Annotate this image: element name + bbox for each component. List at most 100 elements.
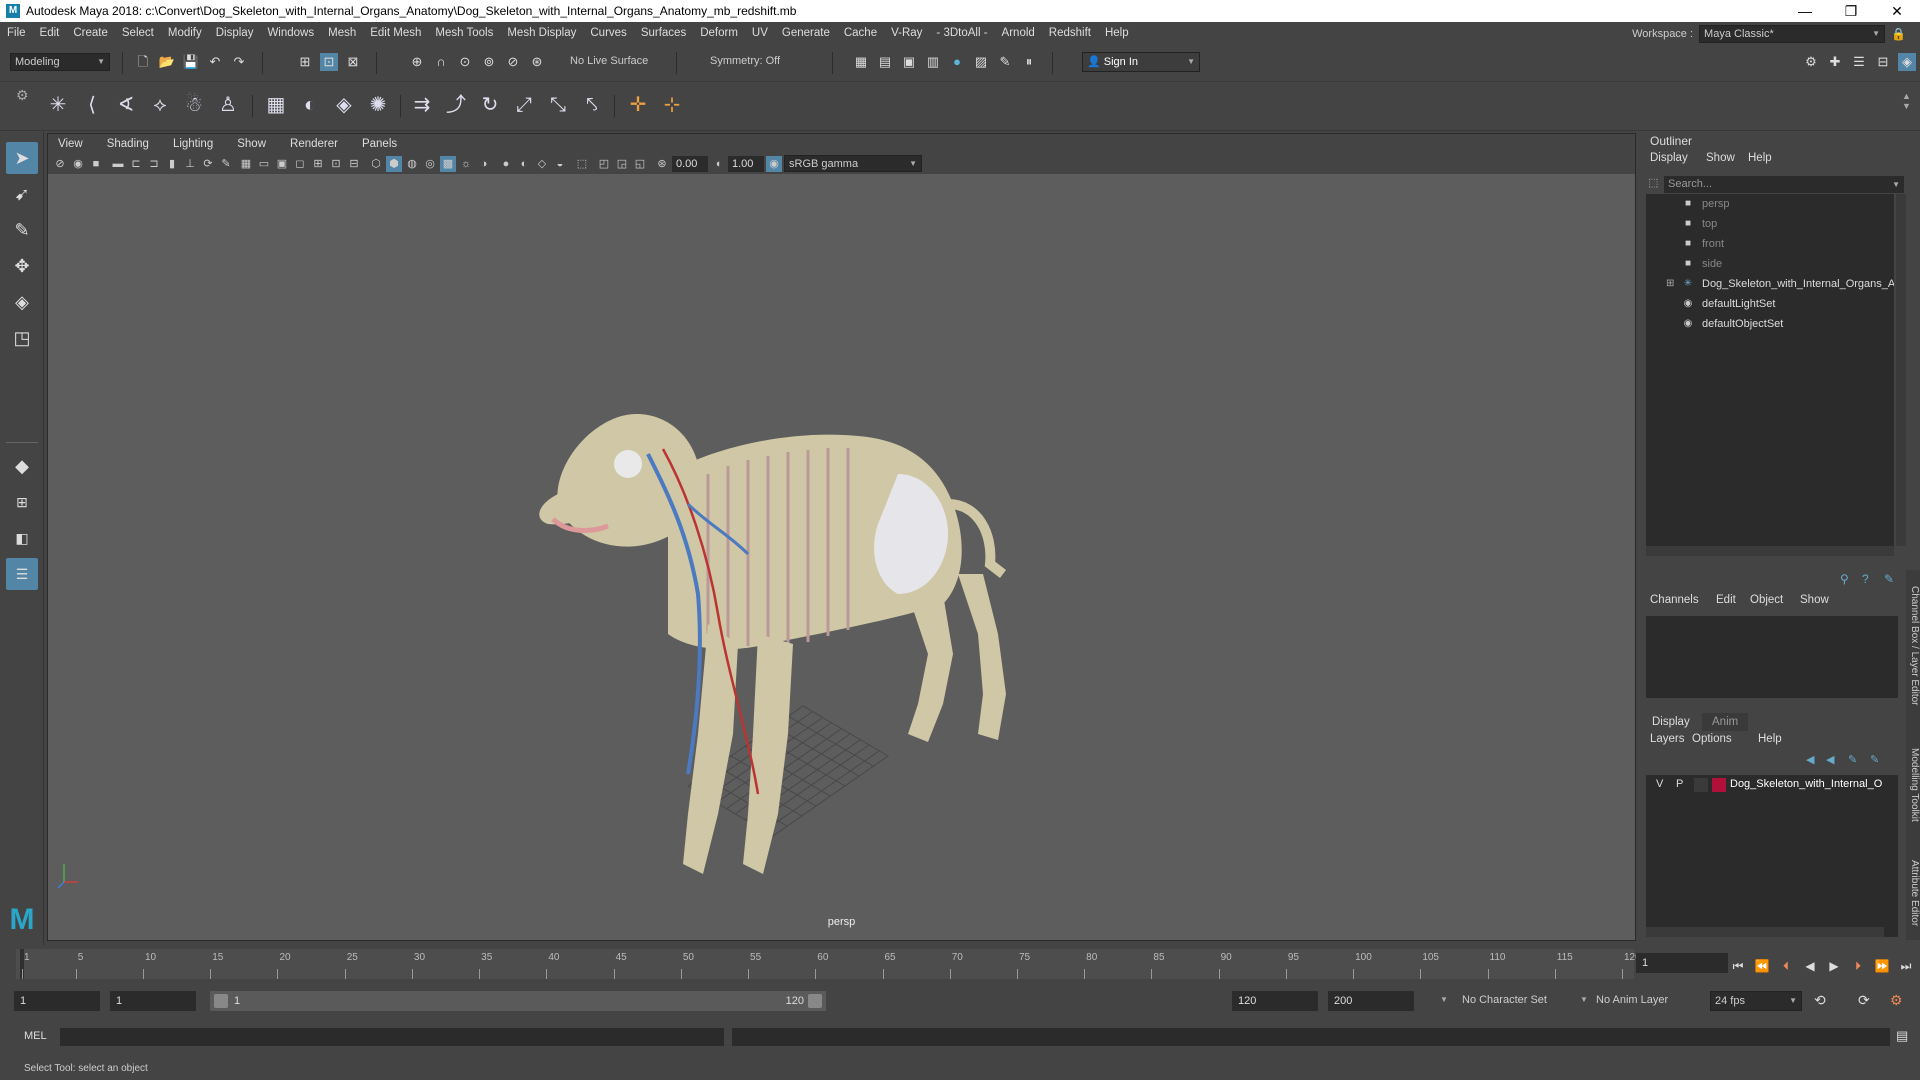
move-tool-icon[interactable]: ✥ — [6, 250, 38, 282]
exposure-field[interactable]: 0.00 — [672, 156, 708, 172]
undo-icon[interactable]: ↶ — [206, 53, 224, 71]
live-surface-field[interactable]: No Live Surface — [566, 53, 666, 71]
3d-viewport[interactable]: persp — [48, 174, 1635, 940]
animation-preferences-icon[interactable]: ⚙ — [1890, 992, 1903, 1009]
tab-display[interactable]: Display — [1642, 713, 1700, 731]
snap-point-icon[interactable]: ⊙ — [456, 53, 474, 71]
wire-deformer-icon[interactable]: ✺ — [364, 91, 392, 119]
play-forwards-icon[interactable]: ▶ — [1824, 957, 1844, 975]
menu-vray[interactable]: V-Ray — [884, 27, 929, 39]
bookmarks-icon[interactable]: ■ — [88, 156, 104, 172]
mode-dropdown[interactable]: Modeling ▼ — [10, 53, 110, 71]
joint-locator-icon[interactable]: ⊹ — [658, 91, 686, 119]
pause-viewport-icon[interactable]: ⏸ — [1020, 53, 1038, 71]
outliner-menu-help[interactable]: Help — [1748, 152, 1772, 164]
quick-rig-icon[interactable]: ♙ — [214, 91, 242, 119]
panel-menu-view[interactable]: View — [58, 138, 93, 150]
select-camera-icon[interactable]: ⊘ — [52, 156, 68, 172]
scale-tool-icon[interactable]: ◳ — [6, 322, 38, 354]
layer-menu-help[interactable]: Help — [1758, 733, 1782, 745]
use-all-lights-icon[interactable]: ☼ — [458, 156, 474, 172]
aim-constraint-icon[interactable]: ⤴ — [442, 91, 470, 119]
motion-blur-icon[interactable]: ◐ — [516, 156, 532, 172]
gate-mask-icon[interactable]: ◻ — [292, 156, 308, 172]
animation-start-field[interactable]: 1 — [14, 991, 100, 1011]
playback-end-field[interactable]: 120 — [1232, 991, 1318, 1011]
move-layer-down-icon[interactable]: ◀ — [1826, 753, 1834, 766]
save-scene-icon[interactable]: 💾 — [182, 53, 200, 71]
menu-arnold[interactable]: Arnold — [995, 27, 1042, 39]
menu-help[interactable]: Help — [1098, 27, 1136, 39]
new-scene-icon[interactable]: 🗋 — [134, 53, 152, 71]
hypershade-icon[interactable]: ● — [948, 53, 966, 71]
menu-mesh-tools[interactable]: Mesh Tools — [428, 27, 500, 39]
filter-icon[interactable]: ⬚ — [1648, 176, 1658, 189]
menu-windows[interactable]: Windows — [260, 27, 321, 39]
render-setup-icon[interactable]: ▨ — [972, 53, 990, 71]
pen-icon[interactable]: ✎ — [218, 156, 234, 172]
exposure-icon[interactable]: ⊛ — [654, 156, 670, 172]
rotate-tool-icon[interactable]: ◈ — [6, 286, 38, 318]
menu-cache[interactable]: Cache — [837, 27, 884, 39]
ipr-render-icon[interactable]: ▣ — [900, 53, 918, 71]
menu-modify[interactable]: Modify — [161, 27, 209, 39]
xray-icon[interactable]: ◰ — [596, 156, 612, 172]
new-layer-icon[interactable]: ✎ — [1848, 753, 1857, 766]
current-frame-field[interactable]: 1 — [1636, 953, 1728, 973]
outliner-layout-icon[interactable]: ☰ — [6, 558, 38, 590]
character-controls-icon[interactable]: ✚ — [1826, 53, 1844, 71]
lattice-icon[interactable]: ▦ — [262, 91, 290, 119]
channel-box-area[interactable] — [1646, 616, 1898, 698]
select-object-icon[interactable]: ⊡ — [320, 53, 338, 71]
channel-box-icon[interactable]: ⚲ — [1840, 572, 1849, 586]
outliner-item-top[interactable]: ■ top — [1646, 214, 1894, 234]
layer-row[interactable]: V P Dog_Skeleton_with_Internal_O — [1646, 775, 1898, 795]
isolate-select-icon[interactable]: ⬚ — [574, 156, 590, 172]
menu-generate[interactable]: Generate — [775, 27, 837, 39]
outliner-item-side[interactable]: ■ side — [1646, 254, 1894, 274]
help-icon[interactable]: ? — [1862, 572, 1869, 586]
point-constraint-icon[interactable]: ⇉ — [408, 91, 436, 119]
side-tab-attribute-editor[interactable]: Attribute Editor — [1906, 848, 1920, 938]
locator-icon[interactable]: ✛ — [624, 91, 652, 119]
parent-constraint-icon[interactable]: ⤡ — [544, 91, 572, 119]
orient-constraint-icon[interactable]: ↻ — [476, 91, 504, 119]
edit-icon[interactable]: ✎ — [1884, 572, 1894, 586]
outliner-search-input[interactable]: Search... ▼ — [1664, 176, 1904, 193]
menu-redshift[interactable]: Redshift — [1042, 27, 1098, 39]
layer-color-swatch[interactable] — [1712, 778, 1726, 792]
panel-menu-shading[interactable]: Shading — [107, 138, 159, 150]
channel-box-icon[interactable]: ◈ — [1898, 53, 1916, 71]
field-chart-icon[interactable]: ⊞ — [310, 156, 326, 172]
side-tab-channel-box[interactable]: Channel Box / Layer Editor — [1906, 582, 1920, 710]
default-material-icon[interactable]: ◍ — [404, 156, 420, 172]
select-component-icon[interactable]: ⊠ — [344, 53, 362, 71]
lock-icon[interactable]: 🔒 — [1891, 27, 1906, 41]
humanik-icon[interactable]: ☃ — [180, 91, 208, 119]
four-view-layout-icon[interactable]: ⊞ — [6, 486, 38, 518]
shelf-scroll-icon[interactable]: ▲ ▼ — [1902, 91, 1911, 111]
snap-view-icon[interactable]: ⊚ — [480, 53, 498, 71]
redo-icon[interactable]: ↷ — [230, 53, 248, 71]
textured-icon[interactable]: ▩ — [440, 156, 456, 172]
range-bar[interactable]: 1 120 — [210, 991, 826, 1011]
channelbox-menu-object[interactable]: Object — [1750, 594, 1783, 606]
layer-menu-options[interactable]: Options — [1692, 733, 1732, 745]
channelbox-menu-show[interactable]: Show — [1800, 594, 1829, 606]
menu-uv[interactable]: UV — [745, 27, 775, 39]
anti-aliasing-icon[interactable]: ◇ — [534, 156, 550, 172]
go-to-start-icon[interactable]: ⏮ — [1728, 957, 1748, 975]
fps-dropdown[interactable]: 24 fps ▼ — [1710, 991, 1802, 1011]
camera-attributes-icon[interactable]: ◉ — [70, 156, 86, 172]
character-set-dropdown[interactable]: ▼ No Character Set — [1440, 991, 1580, 1011]
minimize-button[interactable]: — — [1782, 0, 1828, 22]
symmetry-dropdown[interactable]: Symmetry: Off — [706, 53, 806, 71]
playback-start-field[interactable]: 1 — [110, 991, 196, 1011]
expand-icon[interactable]: ⊞ — [1666, 274, 1674, 294]
play-backwards-icon[interactable]: ◀ — [1800, 957, 1820, 975]
layer-menu-layers[interactable]: Layers — [1650, 733, 1685, 745]
channelbox-menu-channels[interactable]: Channels — [1650, 594, 1699, 606]
script-editor-icon[interactable]: ▤ — [1896, 1028, 1908, 1044]
smooth-shade-icon[interactable]: ⬢ — [386, 156, 402, 172]
menu-edit[interactable]: Edit — [33, 27, 67, 39]
